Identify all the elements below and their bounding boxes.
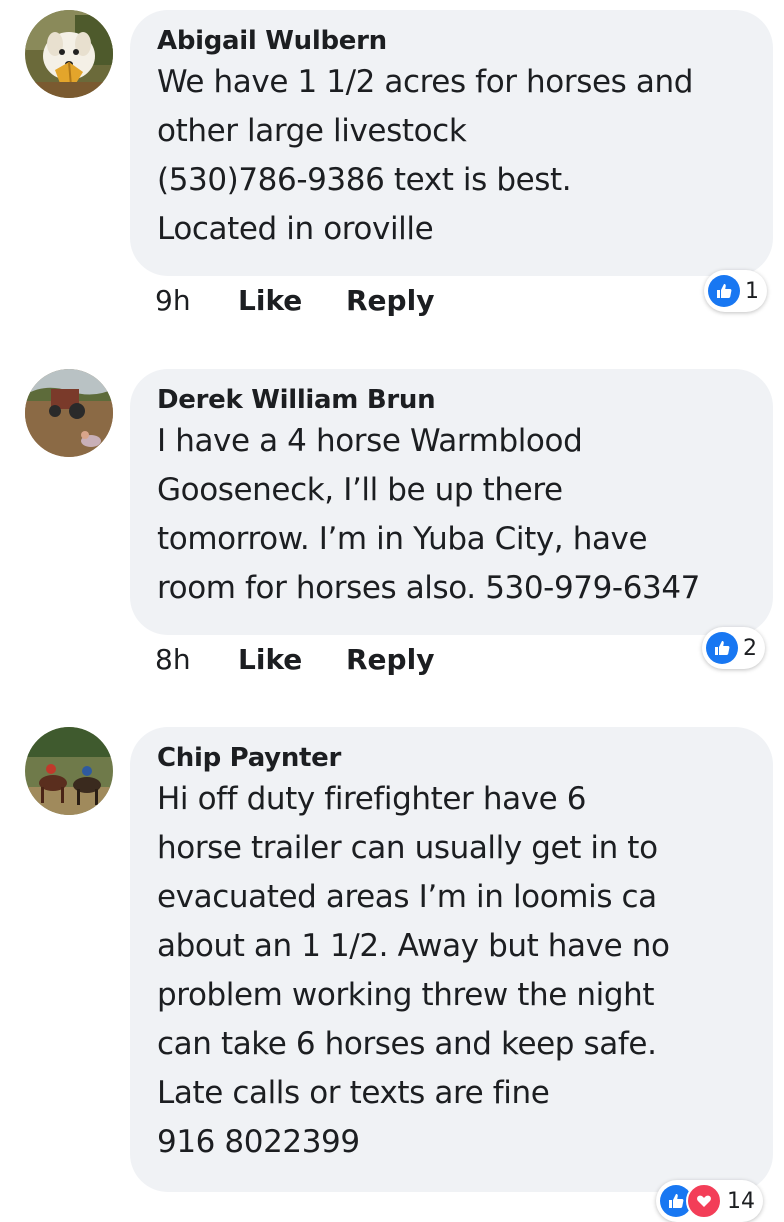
avatar[interactable] — [25, 369, 113, 457]
comment-bubble: Derek William Brun I have a 4 horse Warm… — [130, 369, 773, 635]
reply-button[interactable]: Reply — [346, 643, 434, 676]
reaction-count: 2 — [743, 635, 757, 661]
comment-actions: 8h Like Reply — [155, 643, 434, 676]
reaction-count: 1 — [745, 278, 759, 304]
farm-avatar-icon — [25, 369, 113, 457]
reaction-summary[interactable]: 14 — [656, 1180, 763, 1222]
comment-timestamp[interactable]: 9h — [155, 284, 238, 317]
like-button[interactable]: Like — [238, 643, 346, 676]
avatar[interactable] — [25, 727, 113, 815]
like-reaction-icon — [708, 275, 740, 307]
dog-avatar-icon — [25, 10, 113, 98]
like-button[interactable]: Like — [238, 284, 346, 317]
comment-bubble: Abigail Wulbern We have 1 1/2 acres for … — [130, 10, 773, 276]
comment-author[interactable]: Chip Paynter — [157, 741, 753, 775]
reaction-summary[interactable]: 1 — [704, 270, 767, 312]
comment-bubble: Chip Paynter Hi off duty firefighter hav… — [130, 727, 773, 1192]
like-reaction-icon — [706, 632, 738, 664]
comment-text: We have 1 1/2 acres for horses and other… — [157, 64, 693, 247]
horses-avatar-icon — [25, 727, 113, 815]
love-reaction-icon — [686, 1183, 722, 1219]
avatar[interactable] — [25, 10, 113, 98]
comment-author[interactable]: Derek William Brun — [157, 383, 753, 417]
comment-author[interactable]: Abigail Wulbern — [157, 24, 753, 58]
reply-button[interactable]: Reply — [346, 284, 434, 317]
comment-text: I have a 4 horse Warmblood Gooseneck, I’… — [157, 423, 701, 606]
comment-timestamp[interactable]: 8h — [155, 643, 238, 676]
comment-actions: 9h Like Reply — [155, 284, 434, 317]
reaction-summary[interactable]: 2 — [702, 627, 765, 669]
comment-text: Hi off duty firefighter have 6 horse tra… — [157, 781, 670, 1160]
reaction-count: 14 — [727, 1188, 755, 1214]
